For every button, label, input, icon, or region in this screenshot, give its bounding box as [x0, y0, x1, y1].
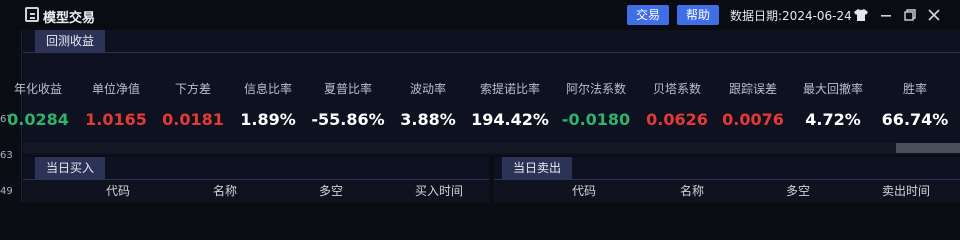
metric-volatility: 波动率 3.88% [388, 80, 468, 129]
restore-icon[interactable] [901, 6, 919, 24]
metric-value: 194.42% [471, 110, 549, 129]
metric-label: 胜率 [902, 82, 927, 96]
metric-information-ratio: 信息比率 1.89% [228, 80, 308, 129]
left-row-number: 63 [0, 150, 13, 161]
column-header-long-short[interactable]: 多空 [319, 182, 343, 199]
close-icon[interactable] [925, 6, 943, 24]
column-header-name[interactable]: 名称 [680, 182, 704, 199]
table-header-row: 代码 名称 多空 卖出时间 [494, 180, 960, 202]
metric-sharpe-ratio: 夏普比率 -55.86% [308, 80, 388, 129]
window-title: 模型交易 [43, 11, 96, 26]
minimize-icon[interactable] [877, 6, 895, 24]
metric-label: 最大回撤率 [802, 82, 863, 96]
metric-value: 1.89% [240, 110, 296, 129]
metric-label: 波动率 [409, 82, 446, 96]
today-buy-panel: 当日买入 代码 名称 多空 买入时间 [23, 157, 489, 202]
metric-label: 年化收益 [13, 82, 62, 96]
metric-value: -0.0180 [561, 110, 631, 129]
metric-label: 信息比率 [243, 82, 292, 96]
metric-label: 单位净值 [91, 82, 140, 96]
left-row-number: 49 [0, 186, 13, 197]
metric-value: 0.0626 [646, 110, 708, 129]
scrollbar-thumb[interactable] [896, 143, 960, 153]
today-sell-panel: 当日卖出 代码 名称 多空 卖出时间 [494, 157, 960, 202]
metric-value: -55.86% [311, 110, 385, 129]
column-header-code[interactable]: 代码 [106, 182, 130, 199]
tab-today-buy[interactable]: 当日买入 [35, 157, 106, 179]
metric-win-rate: 胜率 66.74% [875, 80, 955, 129]
data-date-label: 数据日期:2024-06-24 [730, 9, 852, 23]
metrics-row: 年化收益 0.0284 单位净值 1.0165 下方差 0.0181 信息比率 … [7, 80, 960, 135]
metric-unit-nav: 单位净值 1.0165 [76, 80, 156, 129]
table-header-row: 代码 名称 多空 买入时间 [23, 180, 489, 202]
metric-label: 夏普比率 [323, 82, 372, 96]
metric-value: 0.0181 [162, 110, 224, 129]
metric-label: 跟踪误差 [728, 82, 777, 96]
metric-label: 下方差 [174, 82, 211, 96]
metric-value: 0.0284 [7, 110, 69, 129]
metric-max-drawdown: 最大回撤率 4.72% [793, 80, 873, 129]
tab-underline [23, 52, 960, 53]
metric-downside-variance: 下方差 0.0181 [153, 80, 233, 129]
metric-label: 贝塔系数 [652, 82, 701, 96]
skin-shirt-icon[interactable] [852, 6, 870, 24]
metric-value: 1.0165 [85, 110, 147, 129]
metric-sortino-ratio: 索提诺比率 194.42% [470, 80, 550, 129]
metric-value: 0.0076 [722, 110, 784, 129]
metric-value: 3.88% [400, 110, 456, 129]
column-header-long-short[interactable]: 多空 [786, 182, 810, 199]
metric-label: 索提诺比率 [479, 82, 540, 96]
metric-beta: 贝塔系数 0.0626 [637, 80, 717, 129]
horizontal-scrollbar[interactable] [23, 143, 960, 153]
backtest-returns-panel: 回测收益 年化收益 0.0284 单位净值 1.0165 下方差 0.0181 … [7, 30, 960, 155]
column-header-buy-time[interactable]: 买入时间 [415, 182, 463, 199]
title-bar: 模型交易 交易 帮助 数据日期:2024-06-24 [0, 0, 960, 30]
metric-value: 66.74% [881, 110, 949, 129]
column-header-sell-time[interactable]: 卖出时间 [882, 182, 930, 199]
help-button[interactable]: 帮助 [677, 5, 720, 25]
column-header-name[interactable]: 名称 [213, 182, 237, 199]
tab-today-sell[interactable]: 当日卖出 [502, 157, 573, 179]
column-header-code[interactable]: 代码 [572, 182, 596, 199]
trade-button[interactable]: 交易 [627, 5, 670, 25]
metric-label: 阿尔法系数 [565, 82, 626, 96]
metric-annual-return: 年化收益 0.0284 [0, 80, 78, 129]
metric-value: 4.72% [805, 110, 861, 129]
tab-backtest-returns[interactable]: 回测收益 [35, 30, 106, 52]
metric-tracking-error: 跟踪误差 0.0076 [713, 80, 793, 129]
app-chart-icon [25, 7, 39, 22]
metric-alpha: 阿尔法系数 -0.0180 [556, 80, 636, 129]
